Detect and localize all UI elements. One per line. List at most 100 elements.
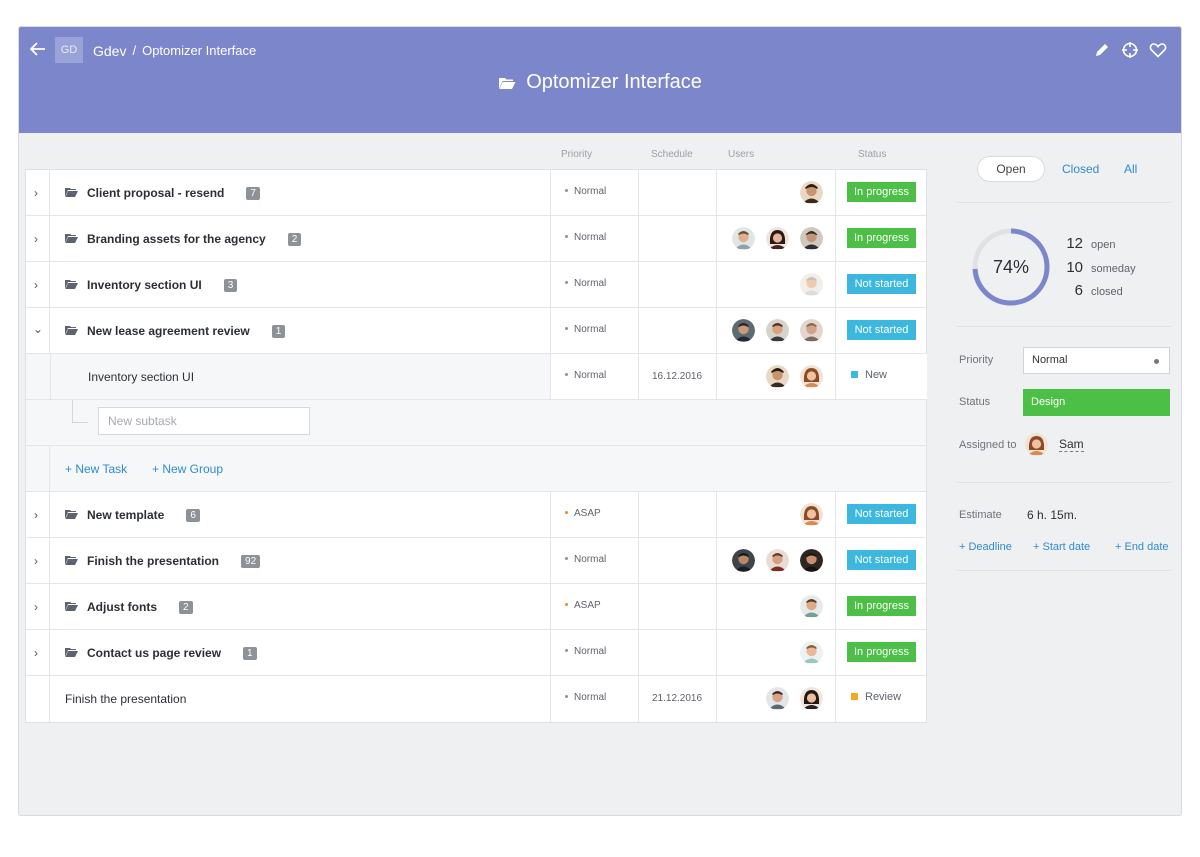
expand-toggle[interactable]: › <box>26 492 50 537</box>
task-name[interactable]: Contact us page review 1 <box>87 646 257 660</box>
filter-closed[interactable]: Closed <box>1062 162 1099 176</box>
add-end-date-link[interactable]: + End date <box>1115 541 1169 553</box>
task-name[interactable]: New template 6 <box>87 508 200 522</box>
avatar[interactable] <box>732 549 755 572</box>
back-arrow-icon[interactable] <box>27 39 49 61</box>
avatar[interactable] <box>800 319 823 342</box>
assignee[interactable]: Sam <box>1025 433 1084 456</box>
chevron-right-icon[interactable]: › <box>34 508 38 522</box>
task-name[interactable]: New lease agreement review 1 <box>87 324 286 338</box>
task-row[interactable]: › Contact us page review 1 Normal In prog… <box>26 630 926 676</box>
status-badge[interactable]: In progress <box>847 182 916 202</box>
schedule-cell[interactable] <box>638 630 716 675</box>
task-name[interactable]: Finish the presentation <box>65 692 186 706</box>
new-task-link[interactable]: + New Task <box>65 462 127 476</box>
schedule-cell[interactable] <box>638 308 716 353</box>
status-label[interactable]: Review <box>851 691 901 703</box>
priority-label[interactable]: Normal <box>565 554 606 565</box>
priority-label[interactable]: Normal <box>565 646 606 657</box>
chevron-right-icon[interactable]: › <box>34 186 38 200</box>
schedule-date[interactable]: 16.12.2016 <box>652 371 702 382</box>
heart-icon[interactable] <box>1149 41 1167 59</box>
priority-label[interactable]: Normal <box>565 186 606 197</box>
task-name[interactable]: Adjust fonts 2 <box>87 600 193 614</box>
task-row[interactable]: › Inventory section UI 3 Normal Not start… <box>26 262 926 308</box>
status-badge[interactable]: Not started <box>847 550 916 570</box>
schedule-cell[interactable] <box>638 170 716 215</box>
expand-toggle[interactable]: › <box>26 538 50 583</box>
avatar[interactable] <box>766 319 789 342</box>
priority-label[interactable]: Normal <box>565 370 606 381</box>
avatar[interactable] <box>800 641 823 664</box>
chevron-right-icon[interactable]: › <box>34 600 38 614</box>
priority-label[interactable]: Normal <box>565 278 606 289</box>
chevron-right-icon[interactable]: › <box>34 554 38 568</box>
task-row[interactable]: › Branding assets for the agency 2 Normal… <box>26 216 926 262</box>
avatar[interactable] <box>1025 433 1048 456</box>
status-badge[interactable]: Not started <box>847 504 916 524</box>
avatar[interactable] <box>766 227 789 250</box>
chevron-right-icon[interactable]: › <box>34 278 38 292</box>
task-row[interactable]: › Finish the presentation 92 Normal Not s… <box>26 538 926 584</box>
workspace-badge[interactable]: GD <box>55 37 83 63</box>
subtask-name[interactable]: Inventory section UI <box>88 370 194 384</box>
priority-label[interactable]: Normal <box>565 324 606 335</box>
filter-all[interactable]: All <box>1124 162 1137 176</box>
chevron-down-icon[interactable]: ⌄ <box>33 322 43 336</box>
pencil-icon[interactable] <box>1093 41 1111 59</box>
crosshair-icon[interactable] <box>1121 41 1139 59</box>
avatar[interactable] <box>800 549 823 572</box>
task-name[interactable]: Branding assets for the agency 2 <box>87 232 302 246</box>
priority-select[interactable]: Normal <box>1023 347 1170 374</box>
new-subtask-input[interactable]: New subtask <box>98 407 310 435</box>
avatar[interactable] <box>800 365 823 388</box>
priority-label[interactable]: Normal <box>565 232 606 243</box>
status-badge[interactable]: In progress <box>847 596 916 616</box>
col-priority[interactable]: Priority <box>561 149 592 160</box>
task-name[interactable]: Client proposal - resend 7 <box>87 186 260 200</box>
estimate-value[interactable]: 6 h. 15m. <box>1027 508 1077 522</box>
expand-toggle[interactable]: › <box>26 216 50 261</box>
assignee-name[interactable]: Sam <box>1059 437 1084 452</box>
filter-open[interactable]: Open <box>977 156 1045 182</box>
subtask-row[interactable]: Inventory section UI Normal 16.12.2016 N… <box>26 354 927 400</box>
add-start-date-link[interactable]: + Start date <box>1033 541 1090 553</box>
col-status[interactable]: Status <box>858 149 886 160</box>
avatar[interactable] <box>800 181 823 204</box>
task-row[interactable]: Finish the presentation Normal 21.12.201… <box>26 676 926 722</box>
expand-toggle[interactable]: › <box>26 170 50 215</box>
chevron-right-icon[interactable]: › <box>34 232 38 246</box>
avatar[interactable] <box>766 365 789 388</box>
breadcrumb-project[interactable]: Optomizer Interface <box>142 43 256 59</box>
avatar[interactable] <box>800 273 823 296</box>
priority-label[interactable]: ASAP <box>565 600 601 611</box>
task-name[interactable]: Inventory section UI 3 <box>87 278 238 292</box>
priority-label[interactable]: ASAP <box>565 508 601 519</box>
status-badge[interactable]: Not started <box>847 274 916 294</box>
avatar[interactable] <box>800 687 823 710</box>
expand-toggle[interactable]: › <box>26 584 50 629</box>
expand-toggle[interactable]: › <box>26 262 50 307</box>
avatar[interactable] <box>800 503 823 526</box>
collapse-toggle[interactable]: ⌄ <box>26 308 50 353</box>
add-deadline-link[interactable]: + Deadline <box>959 541 1012 553</box>
task-name[interactable]: Finish the presentation 92 <box>87 554 261 568</box>
avatar[interactable] <box>732 319 755 342</box>
breadcrumb-workspace[interactable]: Gdev <box>93 43 126 59</box>
schedule-date[interactable]: 21.12.2016 <box>652 693 702 704</box>
avatar[interactable] <box>800 227 823 250</box>
avatar[interactable] <box>766 549 789 572</box>
col-users[interactable]: Users <box>728 149 754 160</box>
col-schedule[interactable]: Schedule <box>651 149 693 160</box>
avatar[interactable] <box>732 227 755 250</box>
new-group-link[interactable]: + New Group <box>152 462 223 476</box>
schedule-cell[interactable] <box>638 216 716 261</box>
avatar[interactable] <box>766 687 789 710</box>
priority-label[interactable]: Normal <box>565 692 606 703</box>
expand-toggle[interactable]: › <box>26 630 50 675</box>
status-badge[interactable]: Not started <box>847 320 916 340</box>
task-row[interactable]: › Adjust fonts 2 ASAP In progress <box>26 584 926 630</box>
schedule-cell[interactable] <box>638 584 716 629</box>
chevron-right-icon[interactable]: › <box>34 646 38 660</box>
schedule-cell[interactable] <box>638 492 716 537</box>
